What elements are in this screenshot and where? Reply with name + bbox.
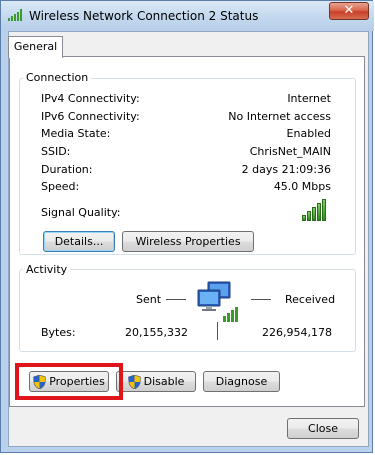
window-close-button[interactable]: ✕ [329,2,369,20]
details-button-label: Details... [54,235,104,248]
diagnose-button-label: Diagnose [215,375,268,388]
duration-label: Duration: [41,163,93,176]
ssid-value: ChrisNet_MAIN [249,145,331,158]
disable-button-label: Disable [143,375,185,388]
details-button[interactable]: Details... [43,231,115,252]
sent-connector-line [166,299,186,300]
signal-bar [317,203,321,221]
signal-bar [307,211,311,221]
connection-group-title: Connection [23,71,92,84]
signal-bar [302,215,306,221]
activity-group-title: Activity [23,263,71,276]
signal-quality-label: Signal Quality: [41,206,121,219]
ipv4-value: Internet [287,92,331,105]
network-computer-icon [197,281,238,322]
media-state-value: Enabled [286,127,331,140]
tab-general[interactable]: General [8,36,63,58]
ipv6-value: No Internet access [228,110,331,123]
signal-quality-meter [302,199,326,221]
signal-bar [312,207,316,221]
close-button[interactable]: Close [287,418,359,439]
received-label: Received [285,293,336,306]
bytes-label: Bytes: [41,326,76,339]
speed-value: 45.0 Mbps [273,180,331,193]
highlight-annotation-box [15,363,123,400]
bytes-received-value: 226,954,178 [262,326,332,339]
wireless-properties-button[interactable]: Wireless Properties [122,231,254,252]
signal-bar [322,199,326,221]
activity-group [19,269,356,352]
shield-icon [127,374,141,389]
sent-label: Sent [136,293,162,306]
ipv4-label: IPv4 Connectivity: [41,92,140,105]
diagnose-button[interactable]: Diagnose [203,371,280,392]
title-bar[interactable]: Wireless Network Connection 2 Status ✕ [1,1,374,31]
ssid-label: SSID: [41,145,71,158]
duration-value: 2 days 21:09:36 [241,163,331,176]
bytes-sent-value: 20,155,332 [125,326,188,339]
wireless-signal-icon [8,9,22,21]
window-title: Wireless Network Connection 2 Status [29,9,259,23]
received-connector-line [251,299,271,300]
close-icon: ✕ [343,3,355,18]
wireless-properties-button-label: Wireless Properties [135,235,241,248]
close-button-label: Close [308,422,338,435]
speed-label: Speed: [41,180,80,193]
ipv6-label: IPv6 Connectivity: [41,110,140,123]
disable-button[interactable]: Disable [116,371,196,392]
bytes-divider-line [217,322,218,340]
media-state-label: Media State: [41,127,111,140]
